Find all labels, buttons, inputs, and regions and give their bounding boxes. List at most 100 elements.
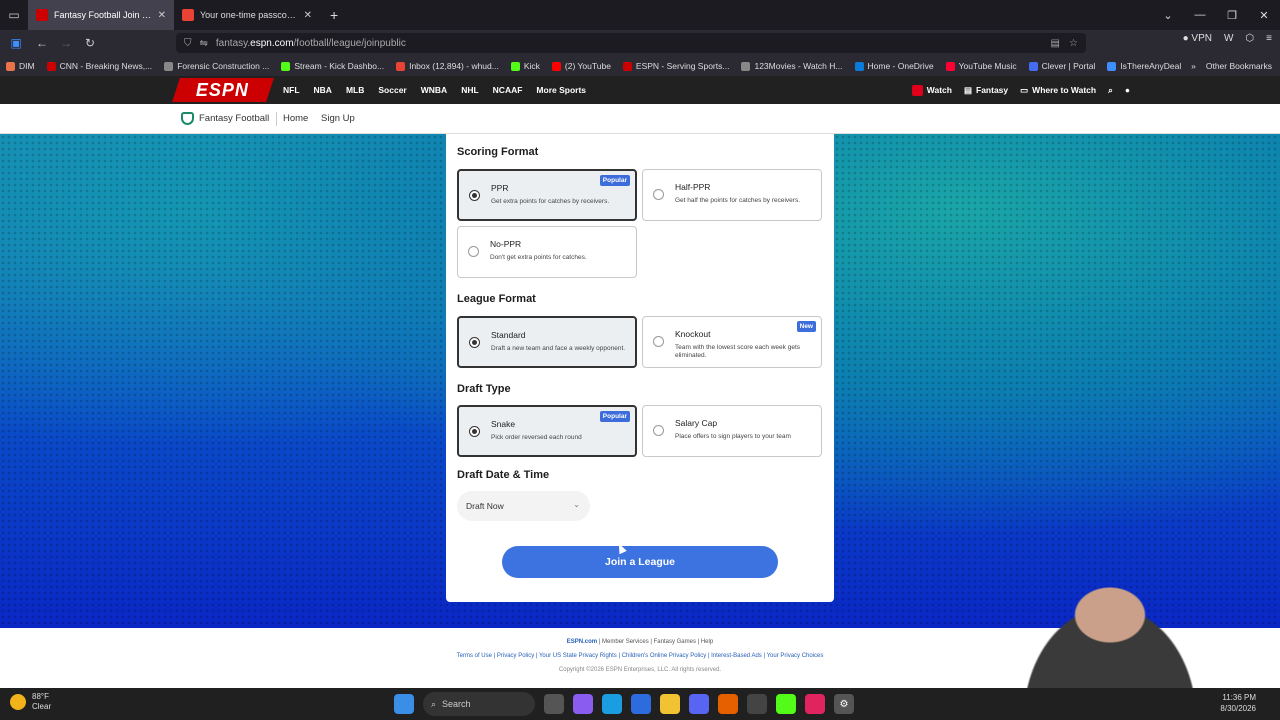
minimize-icon[interactable]: — [1184,0,1216,30]
obs-icon[interactable] [747,694,767,714]
shield-icon[interactable]: ⛉ [184,38,192,49]
sport-link-soccer[interactable]: Soccer [378,85,406,95]
sport-link-wnba[interactable]: WNBA [421,85,447,95]
radio-button[interactable] [469,426,480,437]
reader-view-icon[interactable]: ▤ [1051,38,1060,49]
sport-link-mlb[interactable]: MLB [346,85,364,95]
forward-icon[interactable]: → [54,31,78,55]
bookmark-favicon-icon [281,61,291,71]
option-half-ppr[interactable]: Half-PPR Get half the points for catches … [642,169,822,221]
search-icon[interactable]: ⌕ [1108,85,1113,96]
option-salary-cap[interactable]: Salary Cap Place offers to sign players t… [642,405,822,457]
new-tab-icon[interactable]: + [320,7,348,23]
weather-icon [10,693,26,710]
bookmarks-bar: DIM CNN - Breaking News,... Forensic Const… [0,56,1280,76]
bookmark-item[interactable]: Home - OneDrive [849,61,940,71]
tab-list-icon[interactable]: ▭ [0,3,28,27]
sport-link-ncaaf[interactable]: NCAAF [493,85,523,95]
signup-link[interactable]: Sign Up [321,113,355,124]
sport-links: NFL NBA MLB Soccer WNBA NHL NCAAF More Sports [283,76,586,104]
bookmark-favicon-icon [396,61,406,71]
radio-button[interactable] [468,246,479,257]
fantasy-football-home[interactable]: Fantasy Football [181,112,269,125]
file-explorer-icon[interactable] [660,694,680,714]
page-info-icon[interactable]: ⇋ [200,38,208,49]
bookmark-favicon-icon [741,61,751,71]
option-standard[interactable]: Standard Draft a new team and face a week… [457,316,637,368]
browser-tab[interactable]: Your one-time passcode for ESP ✕ [174,0,320,30]
firefox-icon[interactable] [718,694,738,714]
divider [276,112,277,126]
option-knockout[interactable]: Knockout Team with the lowest score each … [642,316,822,368]
option-badge: Popular [599,175,630,186]
bookmark-item[interactable]: DIM [0,61,41,71]
option-no-ppr[interactable]: No-PPR Don't get extra points for catches… [457,226,637,278]
close-tab-icon[interactable]: ✕ [158,10,166,21]
reload-icon[interactable]: ↻ [78,31,102,55]
sport-link-nfl[interactable]: NFL [283,85,300,95]
bookmark-item[interactable]: Stream - Kick Dashbo... [275,61,390,71]
home-link[interactable]: Home [283,113,308,124]
sport-link-more-sports[interactable]: More Sports [536,85,586,95]
browser-tab-active[interactable]: Fantasy Football Join a Public L ✕ [28,0,174,30]
edge-icon[interactable] [602,694,622,714]
windows-start-icon[interactable] [394,694,414,714]
sport-link-nba[interactable]: NBA [314,85,332,95]
option-ppr[interactable]: PPR Get extra points for catches by recei… [457,169,637,221]
kick-icon[interactable] [776,694,796,714]
radio-button[interactable] [653,336,664,347]
tab-overflow-icon[interactable]: ⌄ [1152,0,1184,30]
task-view-icon[interactable] [544,694,564,714]
chevron-right-icon[interactable]: » [1191,61,1196,71]
bookmark-item[interactable]: Inbox (12,894) - whud... [390,61,505,71]
draft-date-select[interactable]: Draft Now ⌄ [457,491,590,521]
radio-button[interactable] [469,337,480,348]
back-icon[interactable]: ← [30,31,54,55]
bookmark-item[interactable]: Clever | Portal [1023,61,1102,71]
bookmark-item[interactable]: YouTube Music [940,61,1023,71]
bookmark-label: Kick [523,61,540,71]
copilot-icon[interactable] [573,694,593,714]
media-player-icon[interactable] [805,694,825,714]
bookmark-favicon-icon [854,61,864,71]
radio-button[interactable] [469,190,480,201]
address-bar[interactable]: ⛉ ⇋ fantasy.espn.com/football/league/joi… [176,33,1086,53]
windows-taskbar: 88°F Clear ⌕ Search ⚙ 11:36 PM 8/30/2026 [0,688,1280,720]
bookmark-item[interactable]: Forensic Construction ... [158,61,275,71]
bookmark-item[interactable]: (2) YouTube [546,61,617,71]
discord-icon[interactable] [689,694,709,714]
taskbar-search[interactable]: ⌕ Search [423,692,535,716]
espn-logo[interactable]: ESPN [172,78,274,102]
watch-link[interactable]: Watch [911,84,952,96]
maximize-icon[interactable]: ❐ [1216,0,1248,30]
join-league-button[interactable]: Join a League [502,546,778,578]
bookmark-item[interactable]: 123Movies - Watch H... [735,61,848,71]
bookmark-item[interactable]: IsThereAnyDeal [1101,61,1187,71]
profile-icon[interactable]: ● [1125,85,1130,95]
store-icon[interactable] [631,694,651,714]
fantasy-link[interactable]: ▤ Fantasy [964,85,1008,96]
close-window-icon[interactable]: ✕ [1248,0,1280,30]
close-tab-icon[interactable]: ✕ [304,10,312,21]
option-snake[interactable]: Snake Pick order reversed each round Popul… [457,405,637,457]
bookmark-label: IsThereAnyDeal [1120,61,1182,71]
vpn-button[interactable]: ● VPN [1183,33,1212,44]
other-bookmarks[interactable]: Other Bookmarks [1206,61,1272,71]
radio-button[interactable] [653,189,664,200]
bookmark-star-icon[interactable]: ☆ [1069,38,1078,49]
bookmark-item[interactable]: CNN - Breaking News,... [41,61,159,71]
espn-nav-right: Watch ▤ Fantasy ▭ Where to Watch ⌕ ● [911,76,1130,104]
settings-icon[interactable]: ⚙ [834,694,854,714]
where-to-watch-link[interactable]: ▭ Where to Watch [1020,85,1096,96]
taskbar-clock[interactable]: 11:36 PM 8/30/2026 [1220,692,1256,714]
account-icon[interactable]: W [1224,33,1233,44]
extensions-icon[interactable]: ⬡ [1245,33,1254,44]
sidebar-icon[interactable]: ▣ [4,31,28,55]
menu-icon[interactable]: ≡ [1266,33,1272,44]
weather-widget[interactable]: 88°F Clear [10,692,51,711]
bookmark-item[interactable]: Kick [505,61,546,71]
radio-button[interactable] [653,425,664,436]
sport-link-nhl[interactable]: NHL [461,85,478,95]
browser-tab-strip: ▭ Fantasy Football Join a Public L ✕ You… [0,0,1280,30]
bookmark-item[interactable]: ESPN - Serving Sports... [617,61,736,71]
